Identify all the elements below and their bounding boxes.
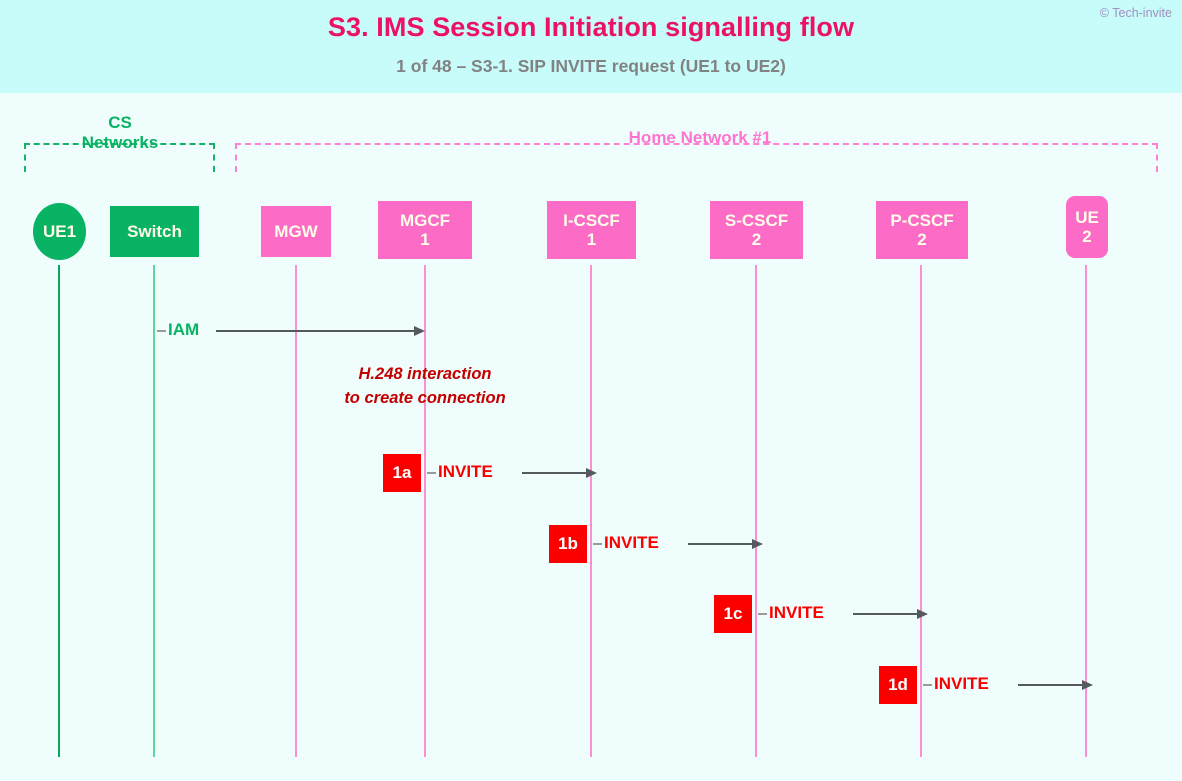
message-arrow-head-1c	[917, 608, 928, 619]
copyright-notice: © Tech-invite	[1099, 6, 1172, 20]
annotation-h248-line1: H.248 interaction	[358, 365, 492, 383]
message-connector-iam	[157, 330, 166, 332]
node-mgw[interactable]: MGW	[261, 206, 331, 257]
message-arrow-line-1a	[522, 472, 586, 474]
node-pcscf-label: P-CSCF	[890, 210, 954, 230]
node-pcscf-instance: 2	[917, 230, 927, 249]
lifeline-mgw	[295, 265, 297, 757]
node-icscf[interactable]: I-CSCF 1	[547, 201, 636, 259]
domain-label-cs-networks: CS Networks	[60, 113, 180, 152]
message-badge-1a[interactable]: 1a	[383, 454, 421, 492]
message-arrow-head-1b	[752, 538, 763, 549]
node-icscf-instance: 1	[586, 230, 597, 249]
annotation-h248-line2: to create connection	[344, 388, 506, 407]
node-ue1[interactable]: UE1	[33, 203, 86, 260]
node-mgw-label: MGW	[274, 221, 318, 241]
message-arrow-head-1a	[586, 467, 597, 478]
message-badge-1b[interactable]: 1b	[549, 525, 587, 563]
message-arrow-head-1d	[1082, 679, 1093, 690]
message-label-1c: INVITE	[769, 603, 824, 622]
domain-label-home-network: Home Network #1	[628, 128, 772, 147]
message-label-1b: INVITE	[604, 533, 659, 552]
lifeline-switch	[153, 265, 155, 757]
node-pcscf[interactable]: P-CSCF 2	[876, 201, 968, 259]
node-ue2-instance: 2	[1082, 227, 1092, 246]
lifeline-pcscf	[920, 265, 922, 757]
node-mgcf-instance: 1	[420, 230, 430, 249]
page-title: S3. IMS Session Initiation signalling fl…	[327, 12, 855, 42]
sequence-diagram-canvas: S3. IMS Session Initiation signalling fl…	[0, 0, 1182, 781]
message-badge-1d[interactable]: 1d	[879, 666, 917, 704]
node-switch[interactable]: Switch	[110, 206, 199, 257]
message-arrow-line-1b	[688, 543, 752, 545]
message-arrow-line-1d	[1018, 684, 1082, 686]
message-connector-1c	[758, 613, 767, 615]
lifeline-ue1	[58, 265, 60, 757]
message-label-1d: INVITE	[934, 674, 989, 693]
message-label-iam: IAM	[168, 320, 200, 339]
message-badge-1c[interactable]: 1c	[714, 595, 752, 633]
message-arrow-line-iam	[216, 330, 414, 332]
message-connector-1a	[427, 472, 436, 474]
page-subtitle: 1 of 48 – S3-1. SIP INVITE request (UE1 …	[396, 56, 786, 76]
lifeline-icscf	[590, 265, 592, 757]
node-ue2-label: UE	[1075, 207, 1099, 227]
message-connector-1b	[593, 543, 602, 545]
message-arrow-head-iam	[414, 325, 425, 336]
node-scscf-label: S-CSCF	[724, 210, 789, 230]
annotation-h248: H.248 interaction to create connection	[325, 363, 525, 411]
node-ue2[interactable]: UE 2	[1066, 196, 1108, 258]
node-icscf-label: I-CSCF	[563, 210, 620, 230]
message-label-1a: INVITE	[438, 462, 493, 481]
node-scscf[interactable]: S-CSCF 2	[710, 201, 803, 259]
node-scscf-instance: 2	[751, 230, 762, 249]
message-connector-1d	[923, 684, 932, 686]
domain-label-cs-line1: CS	[108, 113, 132, 132]
node-mgcf[interactable]: MGCF 1	[378, 201, 472, 259]
lifeline-scscf	[755, 265, 757, 757]
node-switch-label: Switch	[127, 221, 182, 241]
node-mgcf-label: MGCF	[399, 210, 451, 230]
node-ue1-label: UE1	[42, 221, 77, 241]
lifeline-mgcf	[424, 265, 426, 757]
domain-label-cs-line2: Networks	[81, 132, 159, 152]
message-arrow-line-1c	[853, 613, 917, 615]
